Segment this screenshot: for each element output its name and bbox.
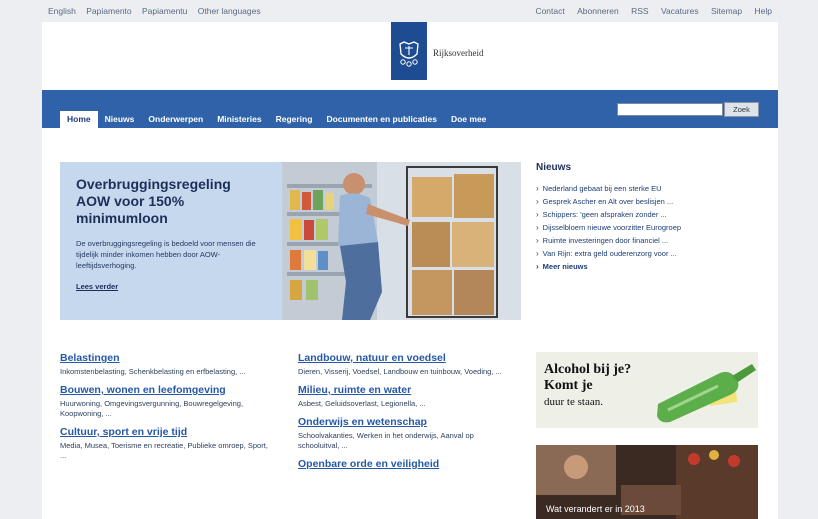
news-item-text: Dijsselbloem nieuwe voorzitter Eurogroep (542, 223, 682, 232)
news-panel: Nieuws › Nederland gebaat bij een sterke … (536, 162, 766, 273)
feature-text: De overbruggingsregeling is bedoeld voor… (76, 239, 256, 270)
feature-photo[interactable] (282, 162, 521, 320)
news-item-text: Gesprek Ascher en Alt over beslisjen ... (542, 197, 674, 206)
tab-regering[interactable]: Regering (269, 111, 320, 128)
topic-block: Belastingen Inkomstenbelasting, Schenkbe… (60, 352, 290, 377)
search-button[interactable]: Zoek (724, 102, 759, 117)
lang-link-other[interactable]: Other languages (198, 6, 261, 16)
main-navigation: Zoek Home Nieuws Onderwerpen Ministeries… (42, 90, 778, 128)
news-item[interactable]: › Van Rijn: extra geld ouderenzorg voor .… (536, 247, 766, 260)
alcohol-campaign-banner[interactable]: Alcohol bij je? Komt je duur te staan. (536, 352, 758, 428)
help-link[interactable]: Help (755, 6, 772, 16)
topic-block: Openbare orde en veiligheid (298, 458, 528, 470)
supermarket-worker-photo (282, 162, 521, 320)
ad1-line3: duur te staan. (544, 396, 603, 408)
topic-desc: Asbest, Geluidsoverlast, Legionella, ... (298, 399, 426, 408)
lang-link-english[interactable]: English (48, 6, 76, 16)
lang-link-papiamento[interactable]: Papiamento (86, 6, 131, 16)
chevron-right-icon: › (536, 249, 539, 258)
tab-home[interactable]: Home (60, 111, 98, 128)
topic-title-bouwen[interactable]: Bouwen, wonen en leefomgeving (60, 384, 290, 396)
read-more-link[interactable]: Lees verder (76, 282, 118, 291)
topics-column-2: Landbouw, natuur en voedsel Dieren, Viss… (298, 352, 528, 477)
language-links: English Papiamento Papiamentu Other lang… (48, 6, 269, 16)
topic-desc: Inkomstenbelasting, Schenkbelasting en e… (60, 367, 246, 376)
chevron-right-icon: › (536, 236, 539, 245)
news-item-text: Van Rijn: extra geld ouderenzorg voor ..… (542, 249, 677, 258)
site-header: Rijksoverheid (42, 22, 778, 90)
topic-title-openbare-orde[interactable]: Openbare orde en veiligheid (298, 458, 528, 470)
topic-block: Cultuur, sport en vrije tijd Media, Muse… (60, 426, 290, 461)
topic-desc: Schoolvakanties, Werken in het onderwijs… (298, 431, 474, 450)
changes-2013-text: Wat verandert er in 2013 (546, 504, 645, 514)
news-item[interactable]: › Schippers: 'geen afspraken zonder ... (536, 208, 766, 221)
feature-panel: Overbruggingsregeling AOW voor 150% mini… (60, 162, 282, 320)
abonneren-link[interactable]: Abonneren (577, 6, 619, 16)
ad1-line1: Alcohol bij je? (544, 362, 632, 377)
news-item[interactable]: › Nederland gebaat bij een sterke EU (536, 182, 766, 195)
nav-tabs: Home Nieuws Onderwerpen Ministeries Rege… (60, 111, 493, 128)
topic-title-landbouw[interactable]: Landbouw, natuur en voedsel (298, 352, 528, 364)
topic-block: Milieu, ruimte en water Asbest, Geluidso… (298, 384, 528, 409)
more-news-text: Meer nieuws (542, 262, 588, 271)
topic-title-belastingen[interactable]: Belastingen (60, 352, 290, 364)
page: Rijksoverheid Zoek Home Nieuws Onderwerp… (42, 22, 778, 519)
coat-of-arms-icon (399, 41, 419, 67)
contact-link[interactable]: Contact (535, 6, 564, 16)
alcohol-campaign-text: Alcohol bij je? Komt je duur te staan. (544, 362, 631, 410)
news-item[interactable]: › Gesprek Ascher en Alt over beslisjen ..… (536, 195, 766, 208)
news-item[interactable]: › Dijsselbloem nieuwe voorzitter Eurogroe… (536, 221, 766, 234)
tab-doe-mee[interactable]: Doe mee (444, 111, 493, 128)
topic-desc: Huurwoning, Omgevingsvergunning, Bouwreg… (60, 399, 244, 418)
topics-column-1: Belastingen Inkomstenbelasting, Schenkbe… (60, 352, 290, 468)
logo[interactable] (391, 22, 427, 80)
chevron-right-icon: › (536, 197, 539, 206)
chevron-right-icon: › (536, 223, 539, 232)
chevron-right-icon: › (536, 210, 539, 219)
ad1-line2: Komt je (544, 378, 593, 393)
topic-block: Onderwijs en wetenschap Schoolvakanties,… (298, 416, 528, 451)
topic-desc: Media, Musea, Toerisme en recreatie, Pub… (60, 441, 268, 460)
service-links: Contact Abonneren RSS Vacatures Sitemap … (525, 6, 772, 16)
sitemap-link[interactable]: Sitemap (711, 6, 742, 16)
logo-wordmark: Rijksoverheid (433, 48, 484, 58)
topic-title-milieu[interactable]: Milieu, ruimte en water (298, 384, 528, 396)
chevron-right-icon: › (536, 184, 539, 193)
more-news-link[interactable]: › Meer nieuws (536, 260, 766, 273)
chevron-right-icon: › (536, 262, 539, 271)
bottle-icon (657, 364, 756, 423)
tab-ministeries[interactable]: Ministeries (210, 111, 268, 128)
search-input[interactable] (617, 103, 723, 116)
topic-block: Landbouw, natuur en voedsel Dieren, Viss… (298, 352, 528, 377)
topic-block: Bouwen, wonen en leefomgeving Huurwoning… (60, 384, 290, 419)
news-heading: Nieuws (536, 162, 572, 173)
news-item[interactable]: › Ruimte investeringen door financiel ... (536, 234, 766, 247)
feature-title[interactable]: Overbruggingsregeling AOW voor 150% mini… (76, 176, 266, 227)
changes-2013-banner[interactable]: Wat verandert er in 2013 (536, 445, 758, 519)
tab-nieuws[interactable]: Nieuws (98, 111, 142, 128)
news-item-text: Schippers: 'geen afspraken zonder ... (542, 210, 667, 219)
topic-desc: Dieren, Visserij, Voedsel, Landbouw en t… (298, 367, 502, 376)
topic-title-onderwijs[interactable]: Onderwijs en wetenschap (298, 416, 528, 428)
utility-bar: English Papiamento Papiamentu Other lang… (42, 0, 776, 22)
vacatures-link[interactable]: Vacatures (661, 6, 699, 16)
tab-onderwerpen[interactable]: Onderwerpen (141, 111, 210, 128)
lang-link-papiamentu[interactable]: Papiamentu (142, 6, 187, 16)
news-item-text: Ruimte investeringen door financiel ... (542, 236, 669, 245)
tab-documenten[interactable]: Documenten en publicaties (319, 111, 444, 128)
topic-title-cultuur[interactable]: Cultuur, sport en vrije tijd (60, 426, 290, 438)
rss-link[interactable]: RSS (631, 6, 648, 16)
news-item-text: Nederland gebaat bij een sterke EU (542, 184, 662, 193)
